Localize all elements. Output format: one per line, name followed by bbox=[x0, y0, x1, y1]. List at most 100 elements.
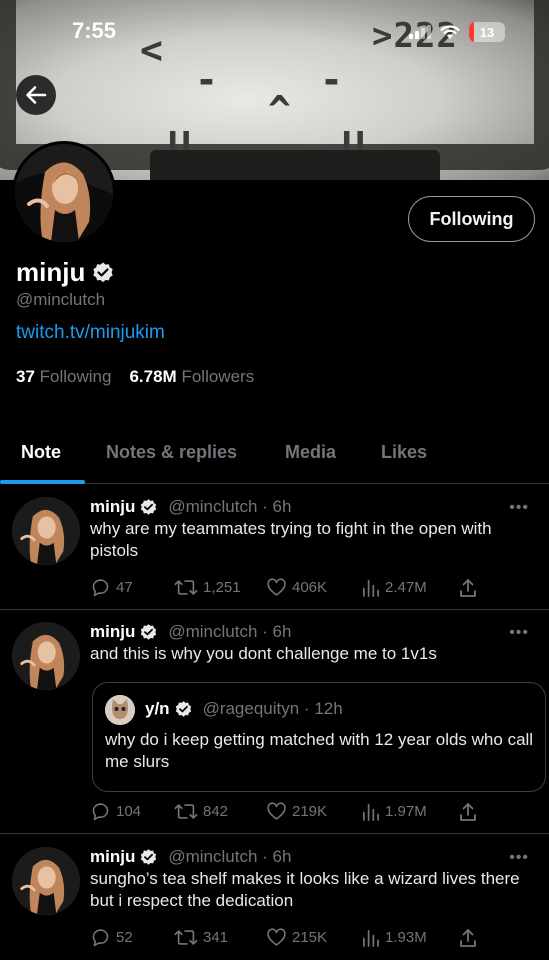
profile-name: minju bbox=[16, 257, 86, 287]
quoted-post[interactable]: y/n @ragequityn · 12h why do i keep gett… bbox=[92, 682, 546, 792]
tab-media[interactable]: Media bbox=[285, 442, 336, 463]
views-button[interactable]: 2.47M bbox=[361, 578, 458, 597]
repost-button[interactable]: 1,251 bbox=[174, 577, 266, 598]
post-author-name[interactable]: minju bbox=[90, 847, 135, 867]
reply-button[interactable]: 104 bbox=[90, 801, 174, 822]
post-meta: @minclutch · 6h bbox=[168, 847, 292, 866]
like-count: 215K bbox=[292, 929, 328, 946]
followers-count-link[interactable]: 6.78M Followers bbox=[129, 367, 254, 387]
quoted-post-meta: @ragequityn · 12h bbox=[202, 699, 343, 718]
reply-icon bbox=[92, 929, 109, 947]
post[interactable]: minju @minclutch · 6h ••• sungho’s tea s… bbox=[0, 835, 549, 960]
profile-tabs: Note Notes & replies Media Likes bbox=[0, 430, 549, 484]
share-icon bbox=[460, 928, 476, 947]
post-header: minju @minclutch · 6h bbox=[90, 497, 291, 517]
post-avatar[interactable] bbox=[12, 847, 80, 915]
reply-icon bbox=[92, 803, 109, 821]
following-button[interactable]: Following bbox=[408, 196, 535, 242]
profile-website-link[interactable]: twitch.tv/minjukim bbox=[16, 322, 165, 344]
heart-icon bbox=[267, 928, 286, 946]
quoted-post-avatar bbox=[105, 695, 135, 725]
banner-lcd-glyph: < bbox=[140, 28, 164, 72]
battery-level: 13 bbox=[479, 24, 495, 40]
avatar-photo bbox=[12, 497, 80, 565]
view-count: 2.47M bbox=[385, 579, 427, 596]
profile-handle: @minclutch bbox=[16, 290, 106, 309]
post-text: and this is why you dont challenge me to… bbox=[90, 644, 437, 663]
repost-count: 842 bbox=[203, 803, 229, 820]
tab-note[interactable]: Note bbox=[21, 442, 61, 463]
banner-lcd-glyph: - bbox=[320, 58, 344, 102]
back-button[interactable] bbox=[16, 75, 56, 115]
share-icon bbox=[460, 578, 476, 597]
battery-icon: 13 bbox=[469, 22, 505, 42]
post[interactable]: minju @minclutch · 6h ••• and this is wh… bbox=[0, 610, 549, 834]
quoted-post-text: why do i keep getting matched with 12 ye… bbox=[105, 730, 534, 771]
following-count-link[interactable]: 37 Following bbox=[16, 367, 111, 387]
repost-button[interactable]: 341 bbox=[174, 927, 266, 948]
verified-badge-icon bbox=[93, 262, 114, 282]
banner-device-bezel bbox=[150, 150, 440, 180]
profile-avatar[interactable] bbox=[12, 141, 116, 245]
like-button[interactable]: 406K bbox=[266, 577, 361, 598]
heart-icon bbox=[267, 578, 286, 596]
repost-button[interactable]: 842 bbox=[174, 801, 266, 822]
post-actions: 52 341 215K 1.93M bbox=[90, 927, 490, 948]
cellular-signal-icon bbox=[409, 25, 431, 39]
share-button[interactable] bbox=[458, 802, 478, 822]
avatar-photo bbox=[15, 144, 113, 242]
post-meta: @minclutch · 6h bbox=[168, 497, 292, 516]
status-indicators: 13 bbox=[409, 22, 505, 42]
cat-avatar-photo bbox=[105, 695, 135, 725]
like-count: 219K bbox=[292, 803, 328, 820]
post-author-name[interactable]: minju bbox=[90, 622, 135, 642]
reply-button[interactable]: 47 bbox=[90, 577, 174, 598]
status-time: 7:55 bbox=[72, 18, 117, 43]
share-icon bbox=[460, 802, 476, 821]
reply-count: 104 bbox=[116, 803, 142, 820]
follow-stats: 37 Following 6.78M Followers bbox=[16, 367, 254, 387]
wifi-icon bbox=[440, 25, 460, 39]
repost-icon bbox=[174, 580, 198, 595]
views-icon bbox=[362, 929, 379, 947]
followers-count: 6.78M bbox=[129, 367, 177, 386]
avatar-photo bbox=[12, 847, 80, 915]
like-button[interactable]: 215K bbox=[266, 927, 361, 948]
tab-likes[interactable]: Likes bbox=[381, 442, 427, 463]
more-icon[interactable]: ••• bbox=[509, 624, 529, 642]
share-button[interactable] bbox=[458, 928, 478, 948]
more-icon[interactable]: ••• bbox=[509, 499, 529, 517]
reply-count: 47 bbox=[116, 579, 133, 596]
reply-button[interactable]: 52 bbox=[90, 927, 174, 948]
repost-count: 341 bbox=[203, 929, 229, 946]
quoted-author-name: y/n bbox=[145, 699, 170, 718]
repost-count: 1,251 bbox=[203, 579, 241, 596]
verified-badge-icon bbox=[141, 848, 157, 865]
post-author-name[interactable]: minju bbox=[90, 497, 135, 517]
followers-label: Followers bbox=[181, 367, 255, 386]
post-avatar[interactable] bbox=[12, 622, 80, 690]
post[interactable]: minju @minclutch · 6h ••• why are my tea… bbox=[0, 485, 549, 610]
verified-badge-icon bbox=[175, 700, 191, 717]
share-button[interactable] bbox=[458, 578, 478, 598]
verified-badge-icon bbox=[141, 498, 157, 515]
views-button[interactable]: 1.97M bbox=[361, 802, 458, 821]
post-header: minju @minclutch · 6h bbox=[90, 622, 291, 642]
views-button[interactable]: 1.93M bbox=[361, 928, 458, 947]
post-avatar[interactable] bbox=[12, 497, 80, 565]
avatar-photo bbox=[12, 622, 80, 690]
post-text: sungho’s tea shelf makes it looks like a… bbox=[90, 869, 520, 910]
active-tab-indicator bbox=[0, 480, 85, 484]
reply-count: 52 bbox=[116, 929, 133, 946]
post-actions: 47 1,251 406K 2.47M bbox=[90, 577, 490, 598]
tab-notes-replies[interactable]: Notes & replies bbox=[106, 442, 237, 463]
quoted-post-header: y/n @ragequityn · 12h bbox=[145, 699, 343, 719]
post-header: minju @minclutch · 6h bbox=[90, 847, 291, 867]
arrow-left-icon bbox=[26, 86, 47, 104]
heart-icon bbox=[267, 802, 286, 820]
more-icon[interactable]: ••• bbox=[509, 849, 529, 867]
views-icon bbox=[362, 579, 379, 597]
view-count: 1.93M bbox=[385, 929, 427, 946]
post-actions: 104 842 219K 1.97M bbox=[90, 801, 490, 822]
like-button[interactable]: 219K bbox=[266, 801, 361, 822]
